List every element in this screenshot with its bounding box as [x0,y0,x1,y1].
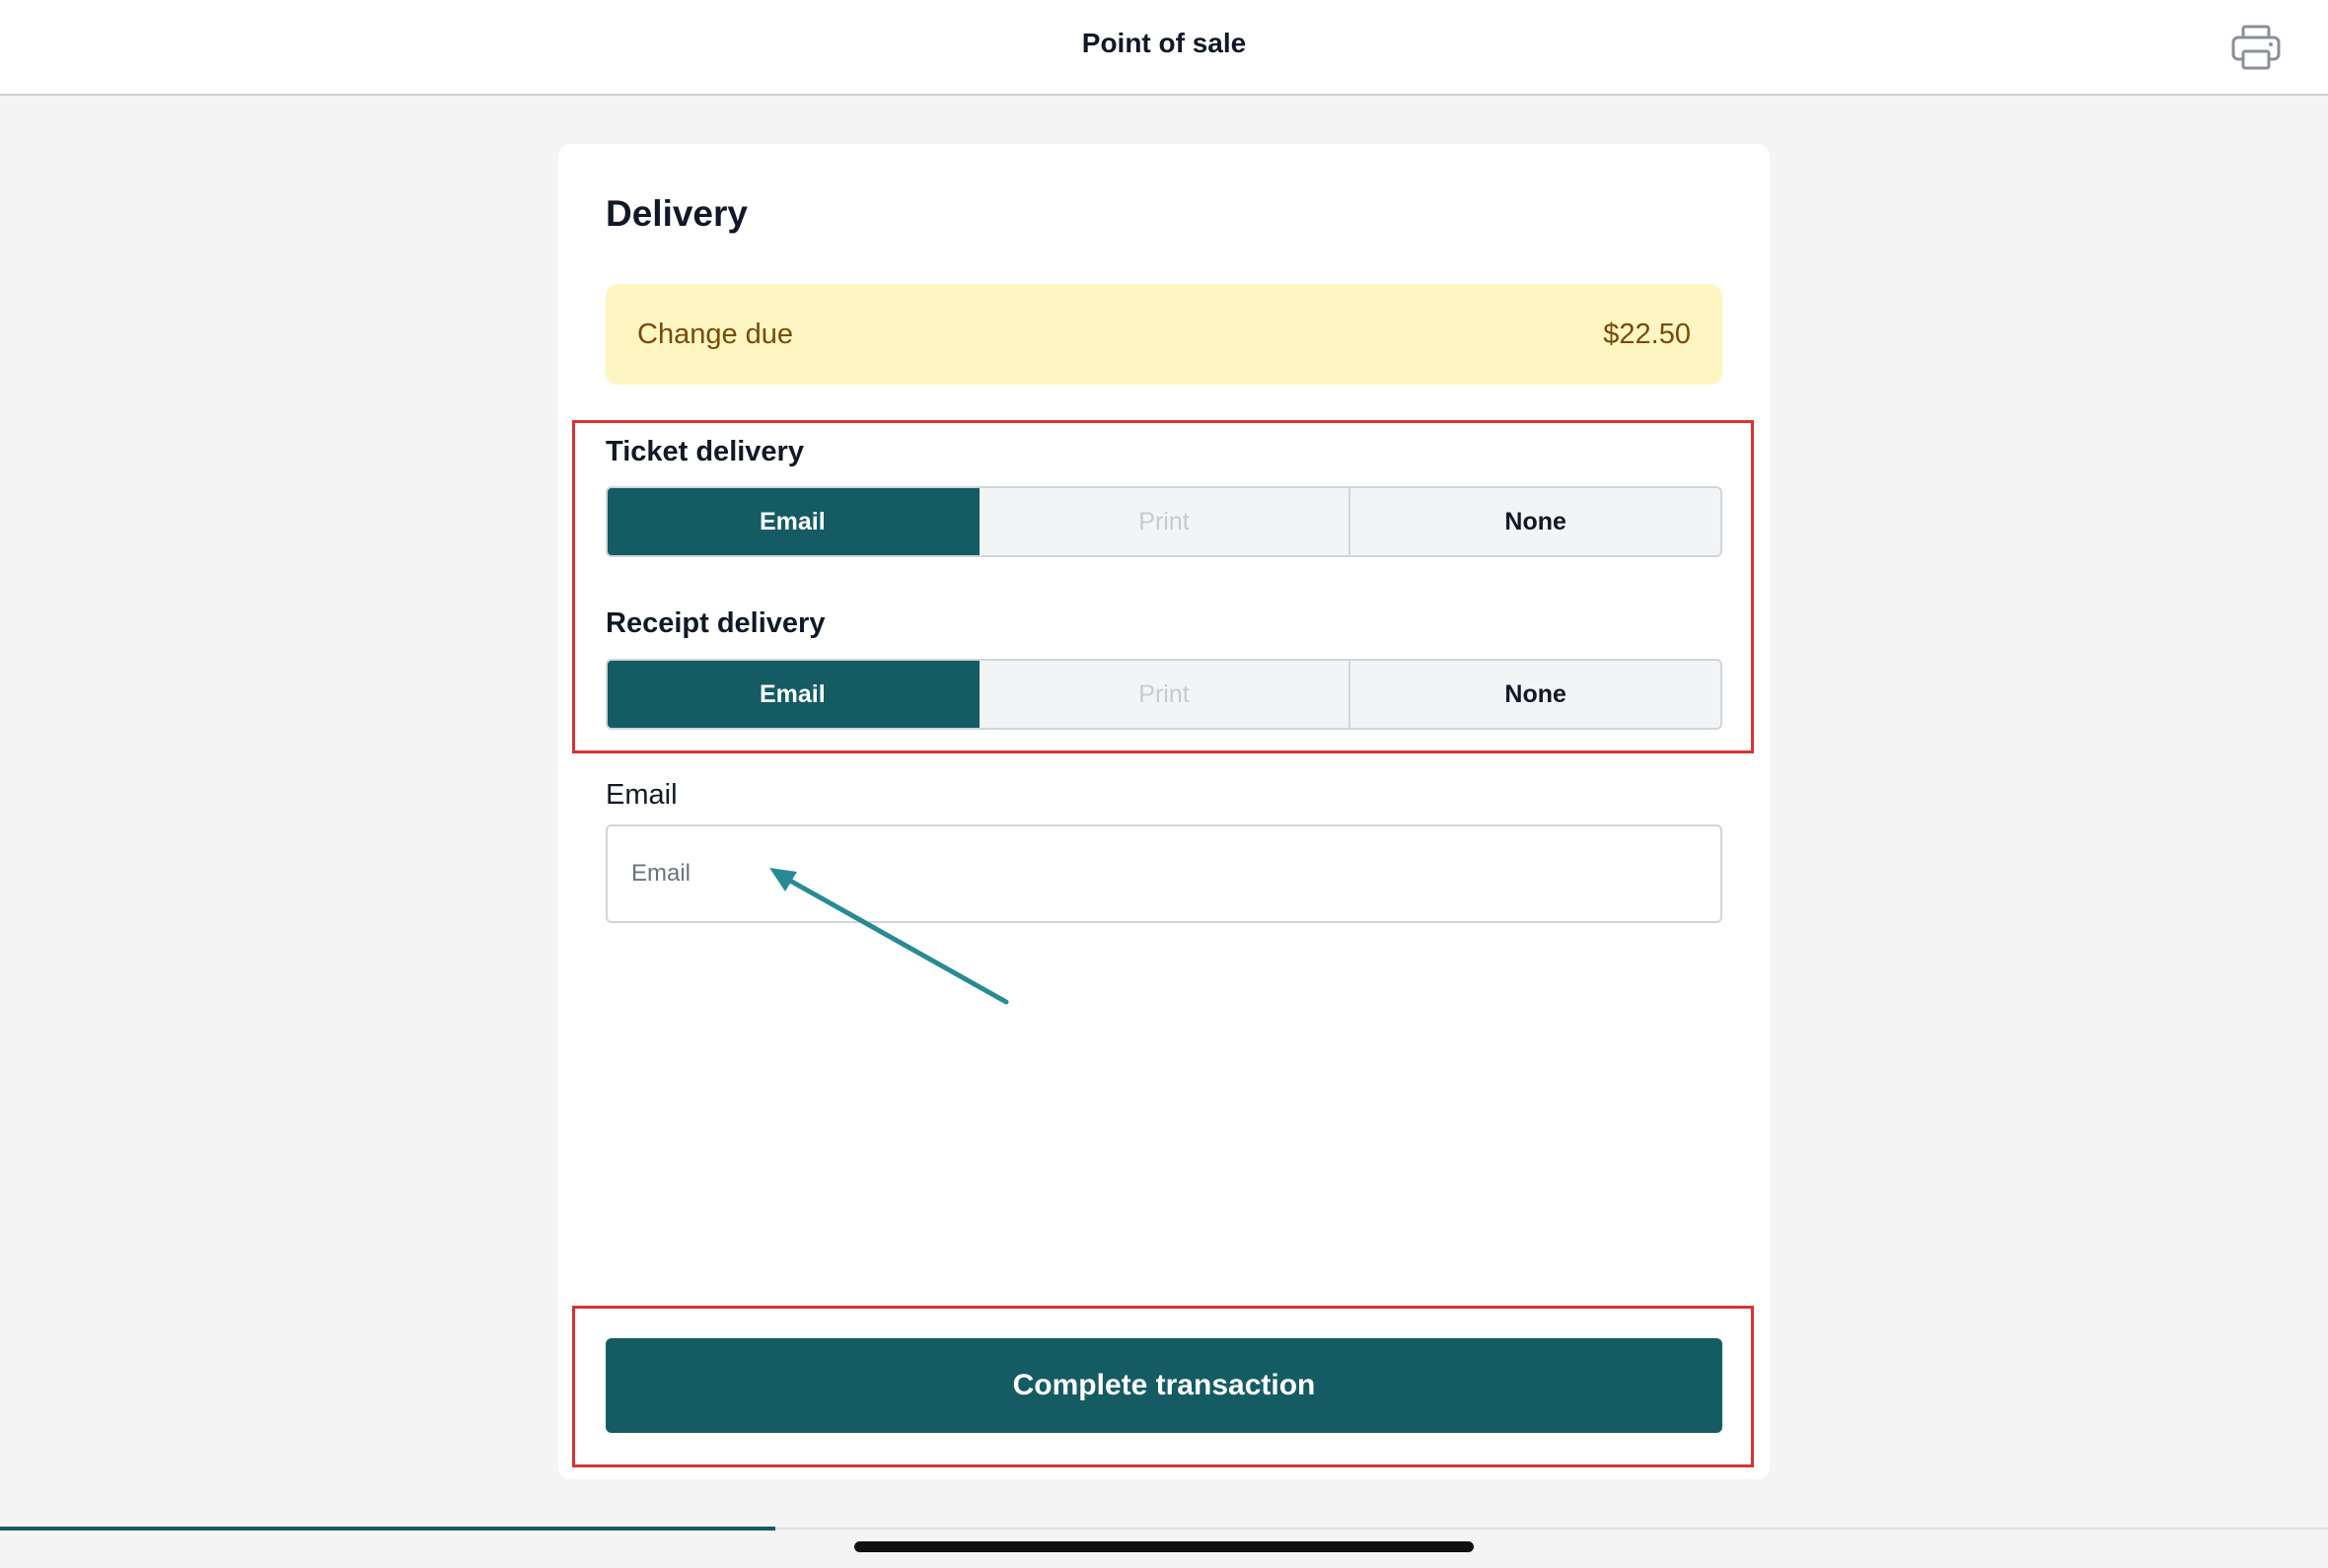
pos-screen: Point of sale Delivery Change due $22.50… [0,0,2328,1568]
change-due-amount: $22.50 [1603,318,1691,350]
delivery-card: Delivery Change due $22.50 Ticket delive… [558,144,1770,1479]
home-indicator [854,1541,1474,1552]
receipt-delivery-label: Receipt delivery [606,607,826,639]
ticket-delivery-label: Ticket delivery [606,436,804,467]
page-title: Point of sale [1081,28,1247,58]
ticket-delivery-print-option[interactable]: Print [980,488,1351,555]
receipt-delivery-selector: Email Print None [606,659,1722,730]
print-button[interactable] [2227,20,2285,75]
receipt-delivery-none-option[interactable]: None [1350,661,1720,728]
ticket-delivery-selector: Email Print None [606,486,1722,557]
receipt-delivery-email-option[interactable]: Email [608,661,980,728]
delivery-title: Delivery [606,193,748,234]
printer-icon [2231,25,2281,70]
change-due-label: Change due [637,318,794,350]
progress-bar [0,1527,775,1531]
complete-transaction-button[interactable]: Complete transaction [606,1338,1722,1433]
ticket-delivery-none-option[interactable]: None [1350,488,1720,555]
ticket-delivery-email-option[interactable]: Email [608,488,980,555]
email-field-label: Email [606,779,678,811]
change-due-banner: Change due $22.50 [606,284,1722,385]
receipt-delivery-print-option[interactable]: Print [980,661,1351,728]
email-input[interactable] [606,824,1722,923]
top-bar: Point of sale [0,0,2328,96]
